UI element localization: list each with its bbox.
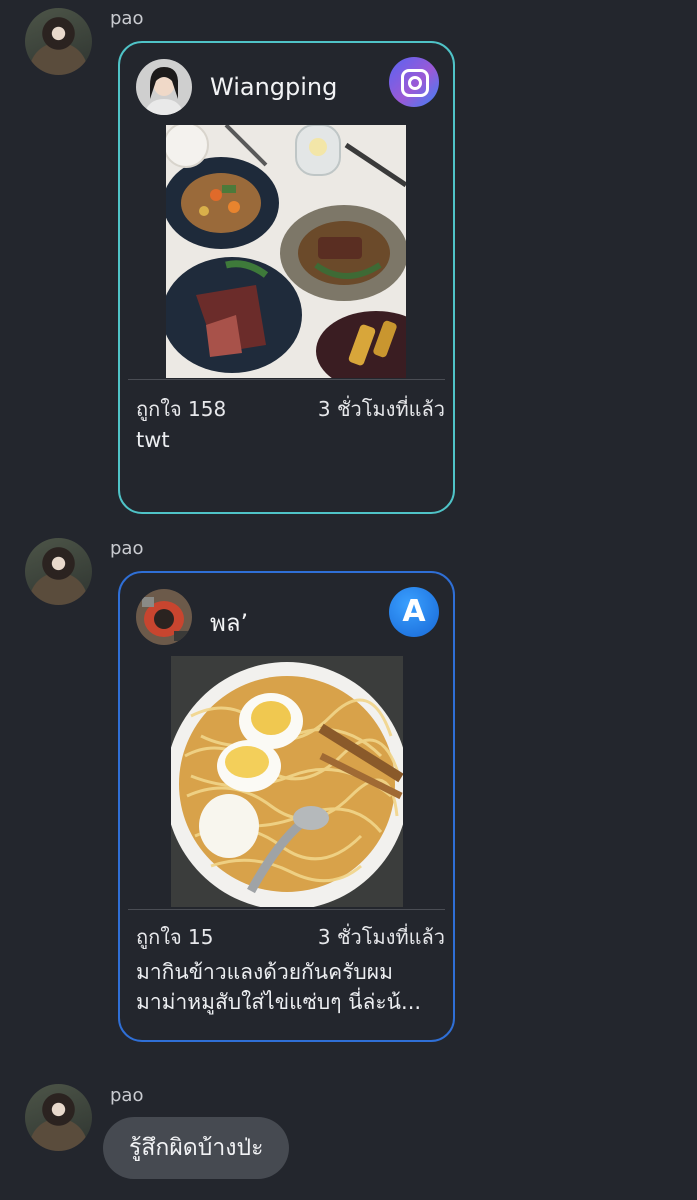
post-author-name: Wiangping xyxy=(210,73,338,101)
post-author-name: พล’ xyxy=(210,609,249,637)
post-caption: twt xyxy=(136,428,170,452)
post-divider xyxy=(128,909,445,910)
shared-post-card[interactable]: Wiangping ถูกใจ 158 3 ชั่วโมงที่แล้ว twt xyxy=(118,41,455,514)
post-caption: มากินข้าวแลงด้วยกันครับผม มาม่าหมูสับใส่… xyxy=(136,960,422,1014)
sender-avatar[interactable] xyxy=(25,8,92,75)
chat-thread: pao Wiangping ถูกใจ 158 3 ชั่วโมงที่แล้ว… xyxy=(0,0,697,1200)
like-count: ถูกใจ 158 xyxy=(136,397,227,421)
sender-avatar[interactable] xyxy=(25,538,92,605)
post-author-avatar[interactable] xyxy=(136,589,192,645)
message-bubble[interactable]: รู้สึกผิดบ้างป่ะ xyxy=(103,1117,290,1179)
post-image[interactable] xyxy=(166,125,406,378)
post-time: 3 ชั่วโมงที่แล้ว xyxy=(317,397,445,421)
sender-name: pao xyxy=(110,1085,144,1106)
sender-name: pao xyxy=(110,8,144,29)
post-time: 3 ชั่วโมงที่แล้ว xyxy=(317,925,445,949)
letter-a-app-icon: A xyxy=(389,587,439,637)
sender-name: pao xyxy=(110,538,144,559)
shared-post-card[interactable]: พล’ A ถูกใจ 15 3 ชั่วโมงที่แล้ว มากินข้า… xyxy=(118,571,455,1042)
instagram-style-icon xyxy=(389,57,439,107)
sender-avatar[interactable] xyxy=(25,1084,92,1151)
like-count: ถูกใจ 15 xyxy=(136,925,214,949)
post-author-avatar[interactable] xyxy=(136,59,192,115)
post-image[interactable] xyxy=(171,656,403,907)
post-divider xyxy=(128,379,445,380)
